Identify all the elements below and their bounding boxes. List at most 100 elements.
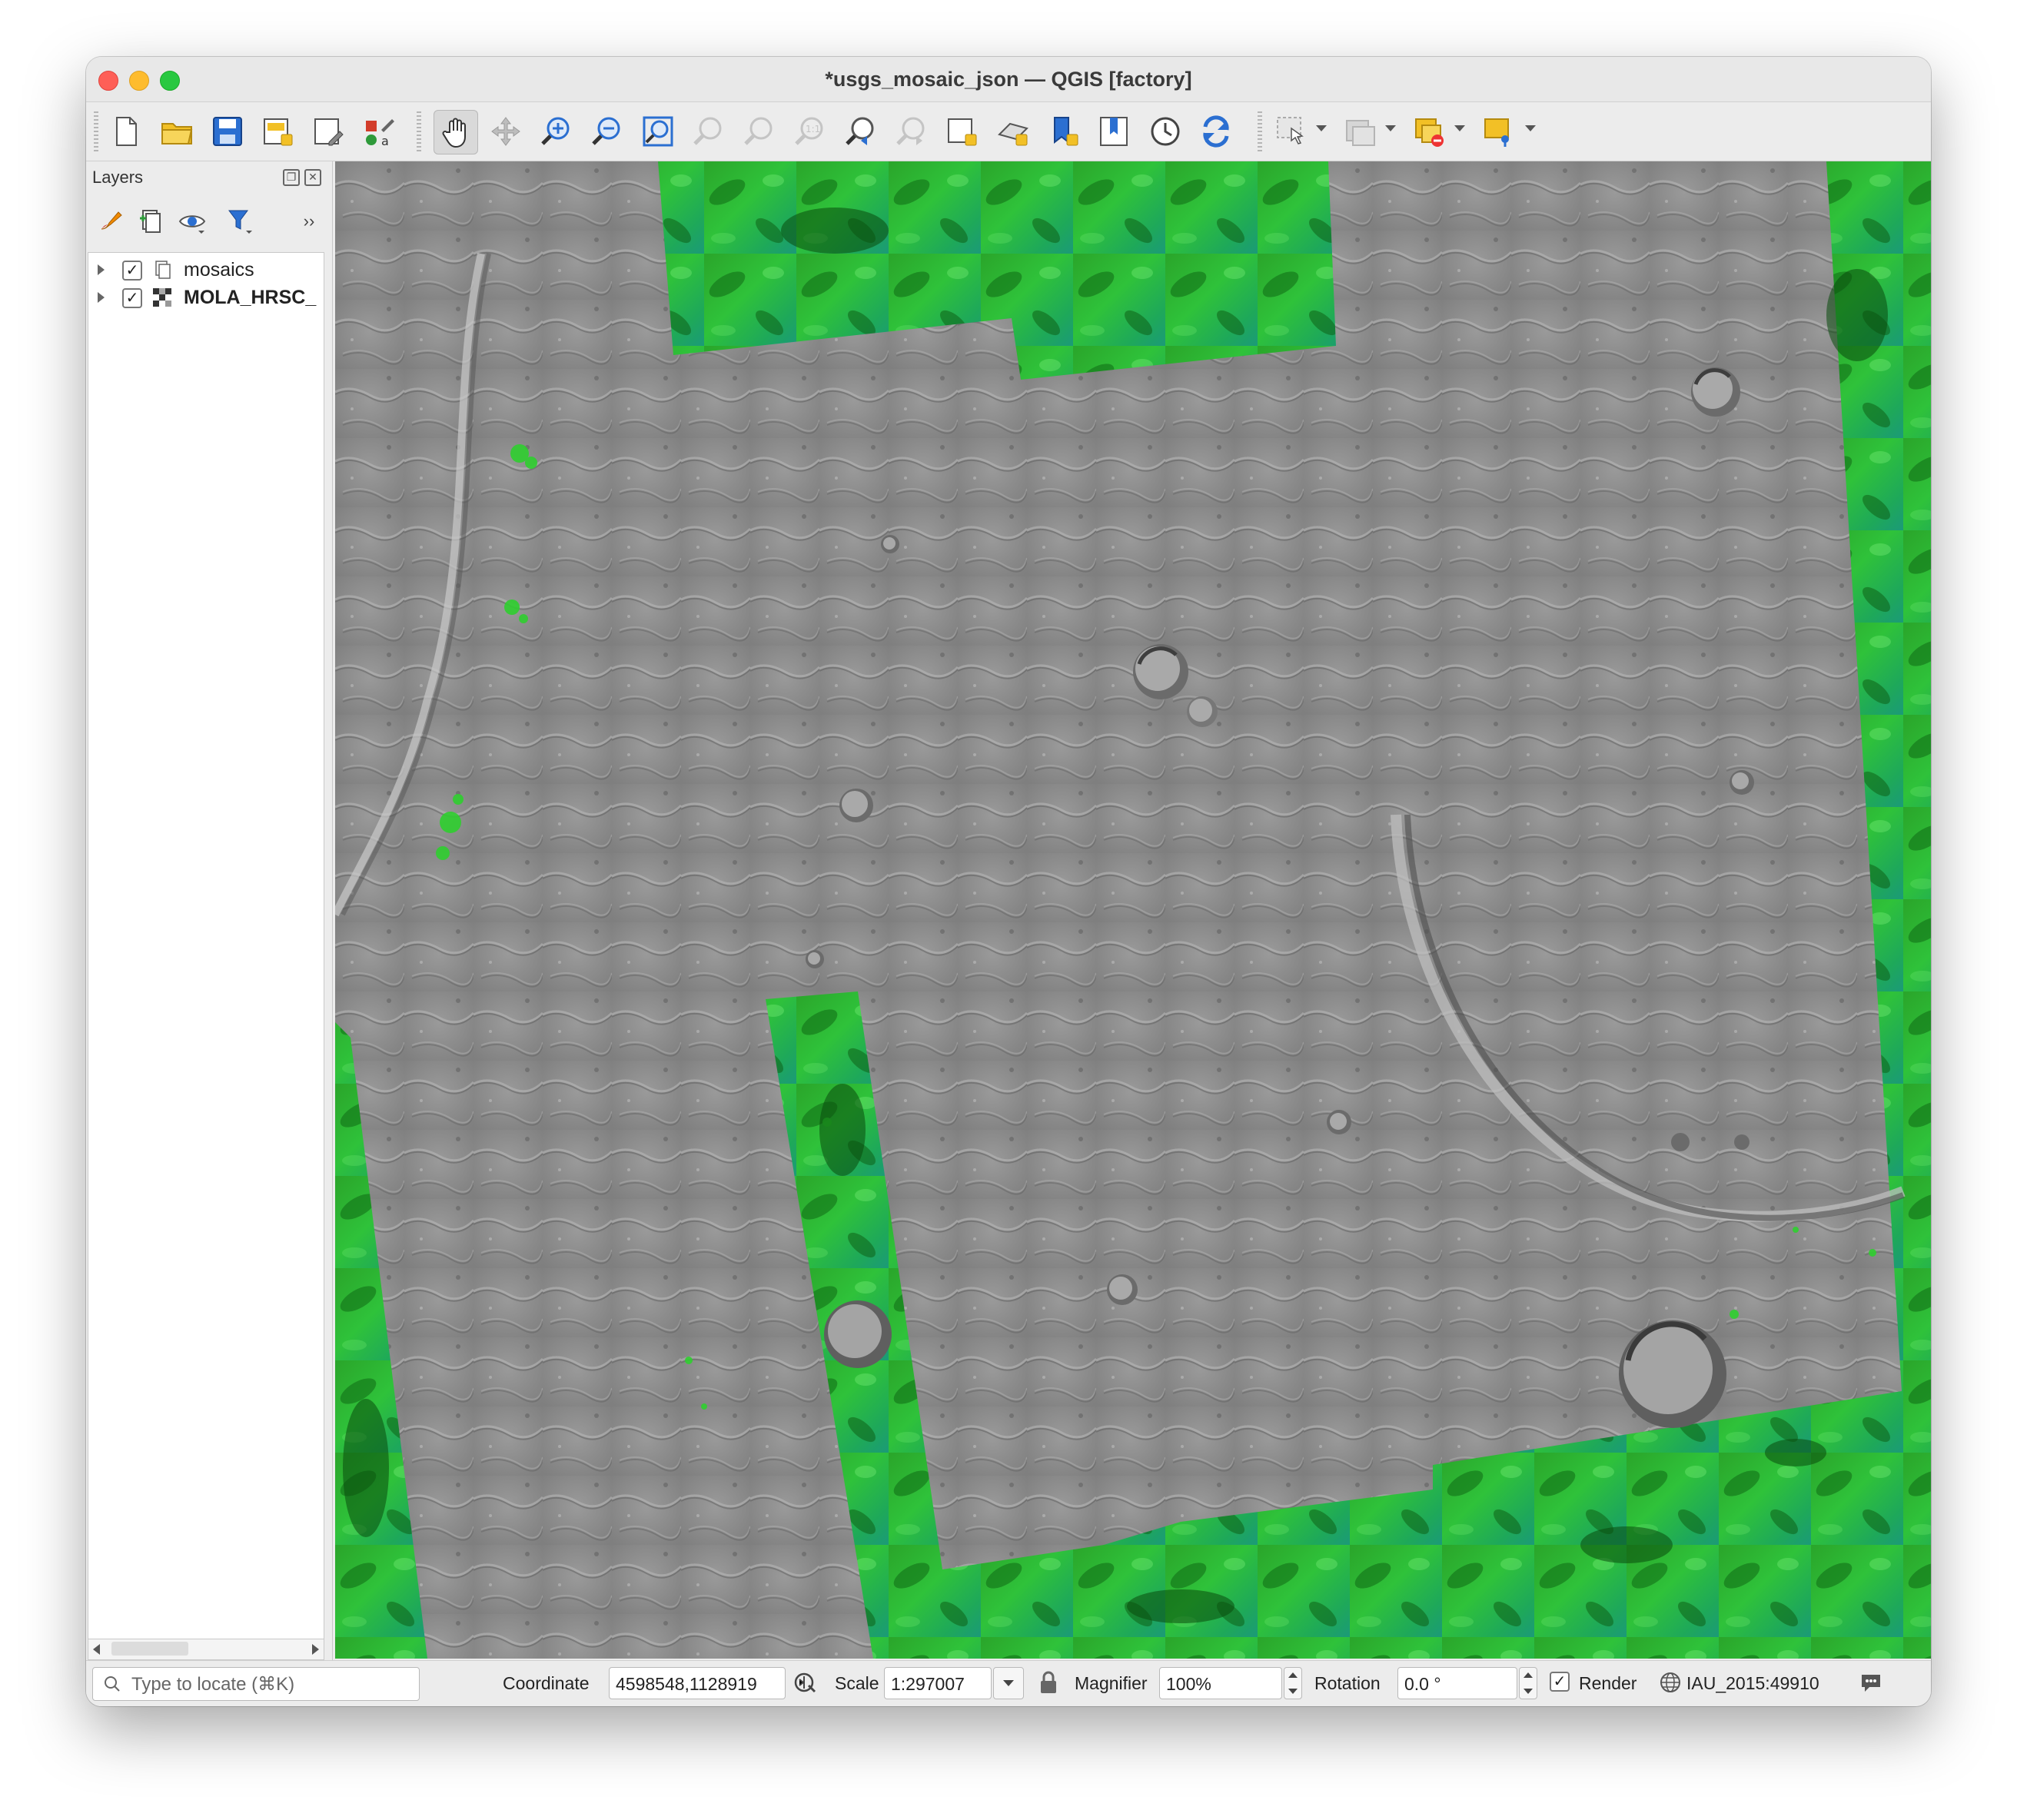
coordinate-label: Coordinate (503, 1673, 590, 1693)
window-title: *usgs_mosaic_json — QGIS [factory] (825, 68, 1192, 91)
expand-arrow[interactable] (98, 264, 105, 275)
scroll-right-arrow[interactable] (312, 1644, 319, 1655)
layer-row-mola-hrsc[interactable]: ✓ MOLA_HRSC_ (88, 284, 324, 311)
layout-manager-icon (314, 118, 344, 146)
open-project-button[interactable] (155, 110, 198, 153)
new-bookmark-button[interactable] (1042, 110, 1085, 153)
layer-visibility-checkbox[interactable]: ✓ (122, 261, 142, 281)
render-checkbox[interactable]: ✓ (1550, 1672, 1570, 1692)
layers-panel: Layers ❐ ✕ ›› ✓ mosaics ✓ MOLA_HRSC_ (86, 161, 333, 1706)
open-layer-styling-button[interactable] (95, 204, 129, 238)
toolbar-grip[interactable] (1258, 111, 1262, 151)
search-icon (105, 1676, 120, 1692)
close-panel-button[interactable]: ✕ (304, 169, 321, 186)
zoom-last-icon (846, 117, 874, 145)
magnifier-label: Magnifier (1075, 1673, 1148, 1693)
annotation-dropdown[interactable] (1525, 125, 1536, 131)
magnifier-spinner[interactable] (1284, 1667, 1302, 1699)
toolbar-grip[interactable] (417, 111, 421, 151)
scale-dropdown[interactable] (993, 1667, 1024, 1699)
show-bookmarks-button[interactable] (1093, 110, 1136, 153)
annotation-button[interactable] (1477, 110, 1520, 153)
filter-legend-button[interactable] (223, 204, 257, 238)
group-icon (155, 261, 171, 279)
deselect-layers-icon (1415, 118, 1444, 147)
deselect-button[interactable] (1339, 110, 1382, 153)
select-features-button[interactable] (1270, 110, 1313, 153)
refresh-icon (1203, 115, 1229, 148)
zoom-next-icon (896, 117, 925, 145)
scrollbar-thumb[interactable] (111, 1642, 188, 1656)
layer-tree: ✓ mosaics ✓ MOLA_HRSC_ (88, 252, 324, 1640)
zoom-to-layer-button[interactable] (738, 110, 781, 153)
refresh-button[interactable] (1195, 110, 1238, 153)
deselect-dropdown[interactable] (1385, 125, 1396, 131)
zoom-layer-icon (744, 117, 773, 145)
map-canvas[interactable] (335, 161, 1931, 1659)
map-3d-icon (998, 122, 1028, 146)
select-icon (1277, 117, 1304, 144)
zoom-full-icon (643, 116, 673, 147)
zoom-last-button[interactable] (839, 110, 882, 153)
folder-icon (161, 123, 193, 144)
style-manager-icon: a (366, 119, 394, 148)
rotation-field[interactable]: 0.0 ° (1397, 1667, 1517, 1699)
new-map-view-button[interactable] (941, 110, 984, 153)
title-bar: *usgs_mosaic_json — QGIS [factory] (86, 57, 1931, 102)
zoom-out-icon (592, 117, 620, 145)
zoom-next-button[interactable] (890, 110, 933, 153)
layers-panel-toolbar: ›› (86, 200, 332, 243)
scroll-left-arrow[interactable] (93, 1644, 100, 1655)
qgis-window: *usgs_mosaic_json — QGIS [factory] a 1:1… (86, 57, 1931, 1706)
paintbrush-icon (101, 211, 122, 230)
new-3d-map-view-button[interactable] (992, 110, 1035, 153)
zoom-full-button[interactable] (636, 110, 680, 153)
scale-field[interactable]: 1:297007 (884, 1667, 992, 1699)
zoom-out-button[interactable] (586, 110, 629, 153)
magnifier-field[interactable]: 100% (1159, 1667, 1282, 1699)
deselect-icon (1346, 120, 1375, 146)
new-print-layout-button[interactable] (257, 110, 300, 153)
layer-row-mosaics[interactable]: ✓ mosaics (88, 256, 324, 284)
toolbar-grip[interactable] (94, 111, 98, 151)
manage-map-themes-button[interactable] (175, 204, 209, 238)
crs-button[interactable]: IAU_2015:49910 (1686, 1673, 1819, 1694)
zoom-native-button[interactable]: 1:1 (789, 110, 832, 153)
hand-icon (442, 118, 466, 148)
zoom-to-selection-button[interactable] (687, 110, 730, 153)
messages-icon[interactable] (1859, 1670, 1883, 1695)
new-project-button[interactable] (105, 110, 148, 153)
select-features-dropdown[interactable] (1316, 125, 1327, 131)
locator-bar[interactable] (92, 1667, 420, 1701)
rotation-label: Rotation (1314, 1673, 1381, 1693)
style-manager-button[interactable]: a (358, 110, 401, 153)
save-project-button[interactable] (206, 110, 249, 153)
float-panel-button[interactable]: ❐ (283, 169, 300, 186)
new-document-icon (116, 117, 137, 146)
map-render (335, 161, 1931, 1659)
crs-globe-icon[interactable] (1659, 1670, 1682, 1695)
layout-manager-button[interactable] (307, 110, 351, 153)
toggle-extents-icon[interactable] (793, 1670, 818, 1695)
deselect-all-dropdown[interactable] (1454, 125, 1465, 131)
layers-panel-title: Layers (92, 168, 144, 187)
pan-map-button[interactable] (434, 110, 478, 154)
zoom-in-button[interactable] (535, 110, 578, 153)
more-tools-button[interactable]: ›› (292, 204, 326, 238)
zoom-in-icon (541, 117, 570, 145)
rotation-spinner[interactable] (1519, 1667, 1537, 1699)
add-group-button[interactable] (134, 204, 168, 238)
clock-icon (1151, 117, 1180, 146)
temporal-controller-button[interactable] (1144, 110, 1187, 153)
filter-icon (228, 210, 252, 234)
expand-arrow[interactable] (98, 292, 105, 303)
deselect-all-button[interactable] (1408, 110, 1451, 153)
coordinate-field[interactable]: 4598548,1128919 (609, 1667, 786, 1699)
lock-scale-icon[interactable] (1038, 1670, 1059, 1695)
layer-tree-horizontal-scrollbar[interactable] (88, 1639, 324, 1660)
status-bar: Coordinate 4598548,1128919 Scale 1:29700… (86, 1660, 1931, 1706)
locator-input[interactable] (130, 1672, 410, 1697)
zoom-native-icon: 1:1 (795, 117, 823, 145)
layer-visibility-checkbox[interactable]: ✓ (122, 288, 142, 308)
pan-to-selection-button[interactable] (484, 110, 527, 153)
